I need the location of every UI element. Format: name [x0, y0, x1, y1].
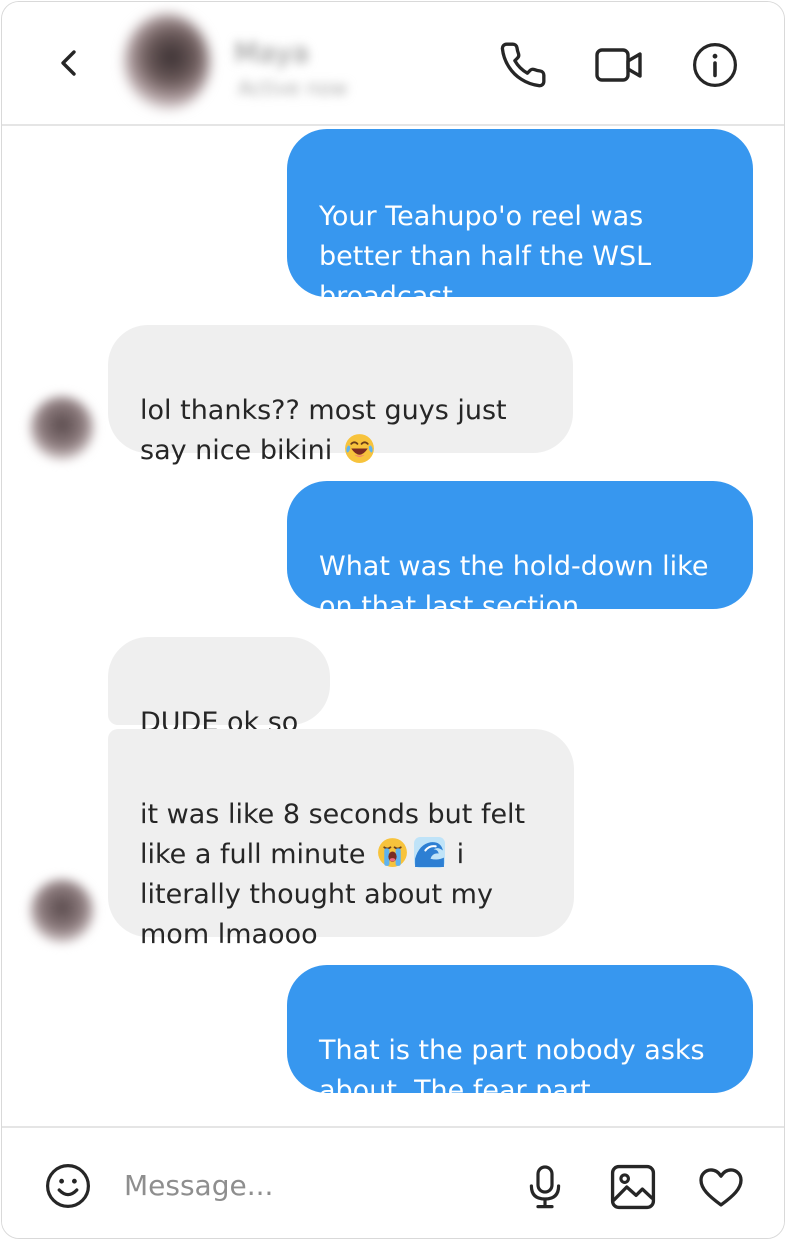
heart-icon — [699, 1168, 743, 1207]
emoji-button[interactable] — [42, 1160, 94, 1212]
message-text: lol thanks?? most guys just say nice bik… — [140, 395, 507, 466]
received-message[interactable]: lol thanks?? most guys just say nice bik… — [108, 325, 573, 466]
contact-status: Active now — [238, 76, 348, 100]
message-text: like a full minute — [140, 839, 375, 870]
video-call-button[interactable] — [592, 38, 646, 92]
loudly-crying-face-icon — [378, 838, 407, 867]
sent-message[interactable]: Your Teahupo'o reel was better than half… — [287, 129, 753, 312]
message-composer — [2, 1126, 784, 1238]
microphone-icon — [529, 1165, 561, 1209]
message-text: it was like 8 seconds but felt — [140, 799, 526, 830]
sent-message[interactable]: What was the hold-down like on that last… — [287, 481, 753, 622]
contact-name[interactable]: Maya — [234, 36, 309, 69]
voice-message-button[interactable] — [518, 1160, 572, 1214]
image-icon — [610, 1164, 656, 1210]
voice-call-button[interactable] — [496, 38, 550, 92]
chevron-left-icon — [61, 50, 76, 76]
contact-avatar-small[interactable] — [30, 879, 94, 943]
message-text: literally thought about my mom lmaooo — [140, 879, 493, 950]
back-button[interactable] — [46, 40, 92, 86]
received-message[interactable]: it was like 8 seconds but felt like a ful… — [108, 729, 574, 950]
like-button[interactable] — [694, 1160, 748, 1214]
water-wave-icon — [414, 837, 445, 868]
phone-icon — [500, 42, 546, 88]
video-camera-icon — [595, 48, 642, 82]
chat-header: Maya Active now — [2, 2, 784, 126]
face-with-tears-of-joy-icon — [344, 434, 374, 463]
message-text: That is the part nobody asks about. The … — [319, 1035, 705, 1106]
message-text: i — [448, 839, 465, 870]
photo-button[interactable] — [606, 1160, 660, 1214]
received-message[interactable]: DUDE ok so — [108, 637, 330, 738]
message-text: What was the hold-down like on that last… — [319, 551, 709, 622]
message-text: Your Teahupo'o reel was better than half… — [319, 201, 652, 312]
info-icon — [693, 43, 737, 87]
message-input[interactable] — [118, 1158, 510, 1212]
dm-window: Maya Active now Your Teahupo'o reel was … — [1, 1, 785, 1239]
smiley-face-icon — [46, 1164, 90, 1208]
contact-avatar-small[interactable] — [30, 396, 94, 460]
sent-message[interactable]: That is the part nobody asks about. The … — [287, 965, 753, 1106]
info-button[interactable] — [688, 38, 742, 92]
contact-avatar[interactable] — [124, 14, 210, 110]
